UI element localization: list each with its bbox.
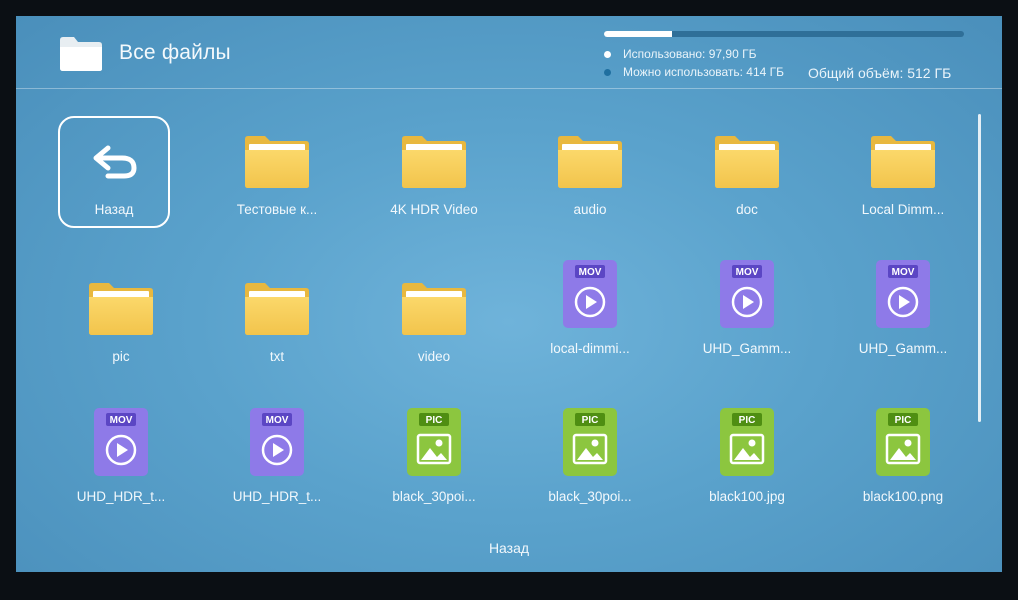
used-dot-icon <box>604 50 611 58</box>
video-file-icon: MOV <box>249 407 305 477</box>
video-file-item[interactable]: MOV UHD_Gamm... <box>682 259 812 369</box>
item-label: black100.png <box>862 489 944 504</box>
page-title: Все файлы <box>119 41 231 64</box>
item-label: UHD_HDR_t... <box>76 489 166 504</box>
header-divider <box>16 88 1002 89</box>
video-file-item[interactable]: MOV UHD_HDR_t... <box>56 407 186 517</box>
legend-used: Использовано: 97,90 ГБ <box>604 47 756 61</box>
item-label: black_30poi... <box>392 489 476 504</box>
folder-icon <box>60 37 102 71</box>
folder-item[interactable]: pic <box>56 265 186 375</box>
video-file-item[interactable]: MOV UHD_Gamm... <box>838 259 968 369</box>
folder-icon <box>556 134 624 190</box>
item-label: Тестовые к... <box>236 202 318 217</box>
folder-icon <box>87 281 155 337</box>
folder-item[interactable]: 4K HDR Video <box>369 118 499 228</box>
svg-text:MOV: MOV <box>266 415 289 426</box>
item-label: video <box>417 349 451 364</box>
item-label: local-dimmi... <box>550 341 630 356</box>
total-capacity: Общий объём: 512 ГБ <box>808 65 952 81</box>
back-button[interactable]: Назад <box>58 116 170 228</box>
file-manager-screen: Все файлы Использовано: 97,90 ГБ Можно и… <box>16 16 1002 572</box>
footer-hint: Назад <box>488 540 530 556</box>
folder-icon <box>713 134 781 190</box>
svg-text:PIC: PIC <box>426 415 443 426</box>
image-file-item[interactable]: PIC black100.jpg <box>682 407 812 517</box>
svg-text:PIC: PIC <box>739 415 756 426</box>
folder-item[interactable]: video <box>369 265 499 375</box>
folder-icon <box>243 134 311 190</box>
scrollbar[interactable] <box>978 114 981 422</box>
folder-item[interactable]: doc <box>682 118 812 228</box>
folder-item[interactable]: audio <box>525 118 655 228</box>
video-file-icon: MOV <box>719 259 775 329</box>
item-label: UHD_Gamm... <box>702 341 792 356</box>
svg-text:MOV: MOV <box>892 267 915 278</box>
image-file-icon: PIC <box>875 407 931 477</box>
item-label: black100.jpg <box>709 489 785 504</box>
svg-text:MOV: MOV <box>579 267 602 278</box>
folder-item[interactable]: Тестовые к... <box>212 118 342 228</box>
folder-icon <box>243 281 311 337</box>
folder-item[interactable]: txt <box>212 265 342 375</box>
svg-text:MOV: MOV <box>110 415 133 426</box>
header: Все файлы Использовано: 97,90 ГБ Можно и… <box>16 16 1002 88</box>
item-label: audio <box>573 202 607 217</box>
image-file-item[interactable]: PIC black_30poi... <box>525 407 655 517</box>
available-label: Можно использовать: 414 ГБ <box>623 65 785 79</box>
video-file-item[interactable]: MOV UHD_HDR_t... <box>212 407 342 517</box>
image-file-item[interactable]: PIC black100.png <box>838 407 968 517</box>
item-label: doc <box>736 202 758 217</box>
item-label: Назад <box>94 202 134 217</box>
folder-item[interactable]: Local Dimm... <box>838 118 968 228</box>
video-file-icon: MOV <box>875 259 931 329</box>
item-label: black_30poi... <box>548 489 632 504</box>
item-label: 4K HDR Video <box>390 202 478 217</box>
back-arrow-icon <box>88 142 142 182</box>
video-file-item[interactable]: MOV local-dimmi... <box>525 259 655 369</box>
svg-text:PIC: PIC <box>582 415 599 426</box>
item-label: txt <box>269 349 285 364</box>
image-file-item[interactable]: PIC black_30poi... <box>369 407 499 517</box>
item-label: UHD_HDR_t... <box>232 489 322 504</box>
storage-used-fill <box>604 31 673 37</box>
image-file-icon: PIC <box>562 407 618 477</box>
used-label: Использовано: 97,90 ГБ <box>623 47 757 61</box>
item-label: Local Dimm... <box>861 202 945 217</box>
item-label: UHD_Gamm... <box>858 341 948 356</box>
storage-usage-bar <box>604 31 964 37</box>
folder-icon <box>869 134 937 190</box>
video-file-icon: MOV <box>562 259 618 329</box>
folder-icon <box>400 281 468 337</box>
image-file-icon: PIC <box>406 407 462 477</box>
image-file-icon: PIC <box>719 407 775 477</box>
svg-text:MOV: MOV <box>736 267 759 278</box>
video-file-icon: MOV <box>93 407 149 477</box>
available-dot-icon <box>604 68 611 76</box>
item-label: pic <box>112 349 130 364</box>
legend-available: Можно использовать: 414 ГБ <box>604 65 784 79</box>
svg-text:PIC: PIC <box>895 415 912 426</box>
folder-icon <box>400 134 468 190</box>
